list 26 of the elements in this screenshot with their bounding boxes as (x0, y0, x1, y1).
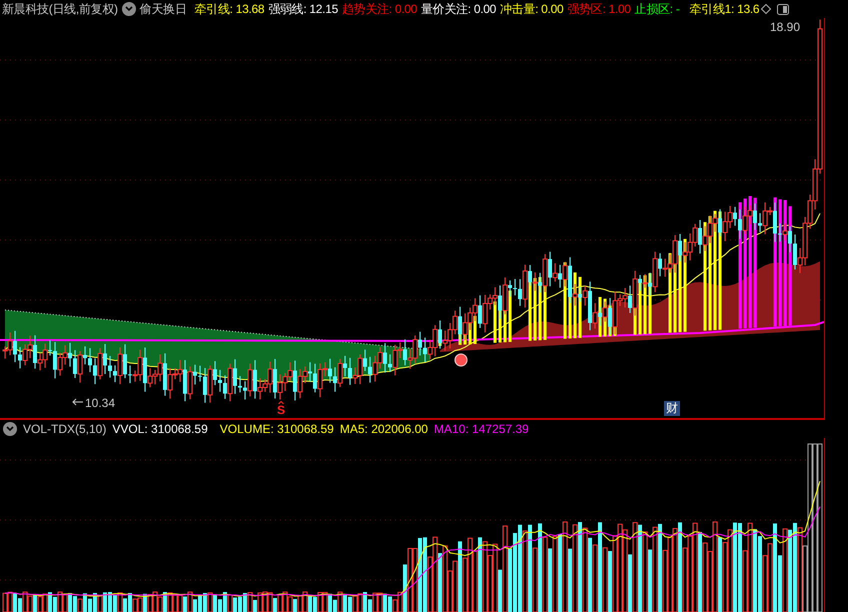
price-label: 10.34 (85, 395, 116, 412)
dropdown-icon[interactable] (3, 422, 17, 436)
indicator-value: 牵引线: 13.68 (194, 1, 264, 18)
volume-value: MA5: 202006.00 (340, 421, 428, 438)
price-label: 18.90 (770, 19, 800, 36)
finance-badge[interactable]: 财 (664, 401, 680, 416)
panel-toggle-icon[interactable] (777, 4, 790, 14)
signal-ball-icon (454, 354, 468, 366)
indicator-value: 冲击量: 0.00 (500, 1, 564, 18)
caret-icon (278, 401, 284, 404)
arrow-icon (72, 398, 84, 406)
signal-marker: S (277, 404, 286, 416)
stock-title: 新晨科技(日线,前复权) (2, 1, 118, 18)
diamond-icon[interactable] (761, 4, 772, 14)
indicator-value: 量价关注: 0.00 (420, 1, 496, 18)
dropdown-icon[interactable] (122, 2, 136, 16)
volume-value: VOLUME: 310068.59 (220, 421, 334, 438)
volume-indicator-name: VOL-TDX(5,10) (23, 421, 106, 438)
indicator-value: 强势区: 1.00 (567, 1, 631, 18)
indicator-value: 止损区: - (634, 1, 680, 18)
indicator-value: 牵引线1: 13.6 (690, 1, 760, 18)
volume-value: MA10: 147257.39 (434, 421, 529, 438)
indicator-name: 偷天换日 (140, 1, 187, 18)
indicator-value: 趋势关注: 0.00 (342, 1, 417, 18)
volume-value: VVOL: 310068.59 (112, 421, 208, 438)
indicator-value: 强弱线: 12.15 (268, 1, 338, 18)
